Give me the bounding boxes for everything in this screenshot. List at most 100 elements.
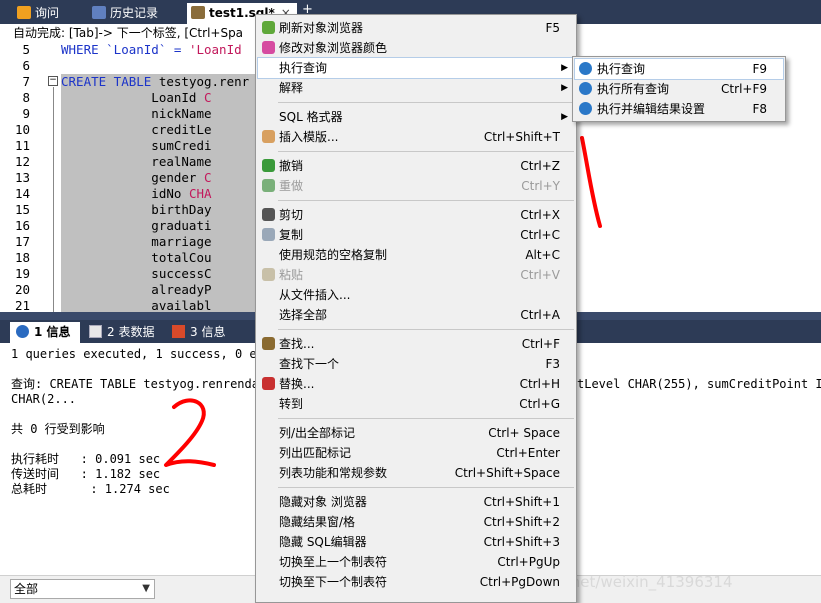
copy-icon <box>262 228 275 241</box>
menu-item-label: 复制 <box>279 228 304 242</box>
menu-item[interactable]: 切换至下一个制表符 Ctrl+PgDown <box>258 572 574 592</box>
menu-item-shortcut: Ctrl+H <box>519 377 560 391</box>
tab-table-data[interactable]: 2 表数据 <box>83 322 163 343</box>
menu-item[interactable]: 解释 ▶ <box>258 78 574 98</box>
menu-item[interactable]: 剪切 Ctrl+X <box>258 205 574 225</box>
code-token: nickName <box>61 106 212 121</box>
menu-item[interactable]: 列/出全部标记 Ctrl+ Space <box>258 423 574 443</box>
line-number: 6 <box>22 58 30 73</box>
code-token: creditLe <box>61 122 212 137</box>
menu-item-shortcut: F5 <box>545 21 560 35</box>
menu-item[interactable]: 刷新对象浏览器 F5 <box>258 18 574 38</box>
menu-item[interactable]: 隐藏 SQL编辑器 Ctrl+Shift+3 <box>258 532 574 552</box>
sql-file-icon <box>191 6 205 19</box>
output-line: 传送时间 : 1.182 sec <box>11 467 161 481</box>
menu-item-label: 使用规范的空格复制 <box>279 248 388 262</box>
menu-item[interactable]: 选择全部 Ctrl+A <box>258 305 574 325</box>
code-token: LoanId <box>61 90 204 105</box>
menu-item-shortcut: Ctrl+Shift+Space <box>454 466 560 480</box>
submenu-item-label: 执行并编辑结果设置 <box>597 102 706 116</box>
fold-toggle-icon[interactable]: − <box>48 76 58 86</box>
menu-item[interactable]: 列出匹配标记 Ctrl+Enter <box>258 443 574 463</box>
line-number: 10 <box>14 122 30 137</box>
code-token: sumCredi <box>61 138 212 153</box>
code-token: gender <box>61 170 204 185</box>
line-number: 8 <box>22 90 30 105</box>
menu-item-shortcut: Ctrl+PgDown <box>479 575 560 589</box>
info-icon <box>16 325 29 338</box>
menu-item[interactable]: 插入模版... Ctrl+Shift+T <box>258 127 574 147</box>
line-number: 14 <box>14 186 30 201</box>
menu-item-shortcut: Ctrl+Shift+3 <box>483 535 560 549</box>
menu-item[interactable]: 使用规范的空格复制 Alt+C <box>258 245 574 265</box>
code-token: CHA <box>188 186 212 201</box>
output-line: 共 0 行受到影响 <box>11 422 105 436</box>
menu-item-shortcut: Ctrl+V <box>520 268 560 282</box>
submenu-item[interactable]: 执行查询 F9 <box>574 58 784 80</box>
submenu-item-shortcut: F9 <box>752 62 767 76</box>
menu-item[interactable]: 查找... Ctrl+F <box>258 334 574 354</box>
line-number: 21 <box>14 298 30 312</box>
menu-item[interactable]: 复制 Ctrl+C <box>258 225 574 245</box>
tab-query[interactable]: 询问 <box>13 3 85 24</box>
menu-item-shortcut: Ctrl+ Space <box>488 426 560 440</box>
menu-item-shortcut: Ctrl+Shift+2 <box>483 515 560 529</box>
menu-separator <box>278 200 574 201</box>
code-token: C <box>204 90 212 105</box>
code-token: graduati <box>61 218 212 233</box>
menu-item[interactable]: 列表功能和常规参数 Ctrl+Shift+Space <box>258 463 574 483</box>
line-number: 7 <box>22 74 30 89</box>
menu-item[interactable]: 修改对象浏览器颜色 <box>258 38 574 58</box>
output-line: 1 queries executed, 1 success, 0 er <box>11 347 264 361</box>
menu-separator <box>278 151 574 152</box>
menu-item-label: 隐藏结果窗/格 <box>279 515 356 529</box>
menu-item[interactable]: 隐藏结果窗/格 Ctrl+Shift+2 <box>258 512 574 532</box>
template-icon <box>262 130 275 143</box>
tab-history-label: 历史记录 <box>110 6 159 20</box>
menu-item-label: 隐藏 SQL编辑器 <box>279 535 367 549</box>
menu-item-label: SQL 格式器 <box>279 110 343 124</box>
submenu-item[interactable]: 执行并编辑结果设置 F8 <box>575 99 783 119</box>
table-data-icon <box>89 325 102 338</box>
code-token: C <box>204 170 212 185</box>
menu-item-label: 剪切 <box>279 208 304 222</box>
menu-item[interactable]: 执行查询 ▶ <box>257 57 575 79</box>
menu-item[interactable]: 撤销 Ctrl+Z <box>258 156 574 176</box>
code-token: realName <box>61 154 212 169</box>
line-number: 20 <box>14 282 30 297</box>
menu-item[interactable]: 替换... Ctrl+H <box>258 374 574 394</box>
menu-item[interactable]: 查找下一个 F3 <box>258 354 574 374</box>
tab-info-label: 1 信息 <box>34 325 71 339</box>
chevron-down-icon: ▼ <box>142 583 150 594</box>
menu-item-shortcut: F3 <box>545 357 560 371</box>
menu-item[interactable]: 隐藏对象 浏览器 Ctrl+Shift+1 <box>258 492 574 512</box>
menu-item[interactable]: 转到 Ctrl+G <box>258 394 574 414</box>
tab-info[interactable]: 1 信息 <box>10 322 80 343</box>
code-line: nickName <box>61 106 212 122</box>
submenu-item[interactable]: 执行所有查询 Ctrl+F9 <box>575 79 783 99</box>
code-line: successC <box>61 266 211 282</box>
line-number: 15 <box>14 202 30 217</box>
menu-item[interactable]: SQL 格式器 ▶ <box>258 107 574 127</box>
menu-item-label: 选择全部 <box>279 308 328 322</box>
filter-select[interactable]: 全部 ▼ <box>10 579 155 599</box>
menu-item[interactable]: 从文件插入... <box>258 285 574 305</box>
menu-item-label: 替换... <box>279 377 315 391</box>
tab-info-3[interactable]: 3 信息 <box>166 322 246 343</box>
line-number: 16 <box>14 218 30 233</box>
code-line: realName <box>61 154 212 170</box>
annotation-2-label: 2 <box>160 395 168 398</box>
tab-query-label: 询问 <box>35 6 60 20</box>
code-token: testyog.renr <box>158 74 250 89</box>
filter-select-value: 全部 <box>14 582 39 596</box>
undo-icon <box>262 159 275 172</box>
menu-item: 重做 Ctrl+Y <box>258 176 574 196</box>
menu-separator <box>278 102 574 103</box>
menu-item-shortcut: Ctrl+A <box>520 308 560 322</box>
code-line: totalCou <box>61 250 211 266</box>
code-line: CREATE TABLE testyog.renr <box>61 74 249 90</box>
menu-item-label: 从文件插入... <box>279 288 351 302</box>
menu-item-shortcut: Ctrl+Shift+1 <box>483 495 560 509</box>
menu-item[interactable]: 切换至上一个制表符 Ctrl+PgUp <box>258 552 574 572</box>
tab-history[interactable]: 历史记录 <box>88 3 183 24</box>
